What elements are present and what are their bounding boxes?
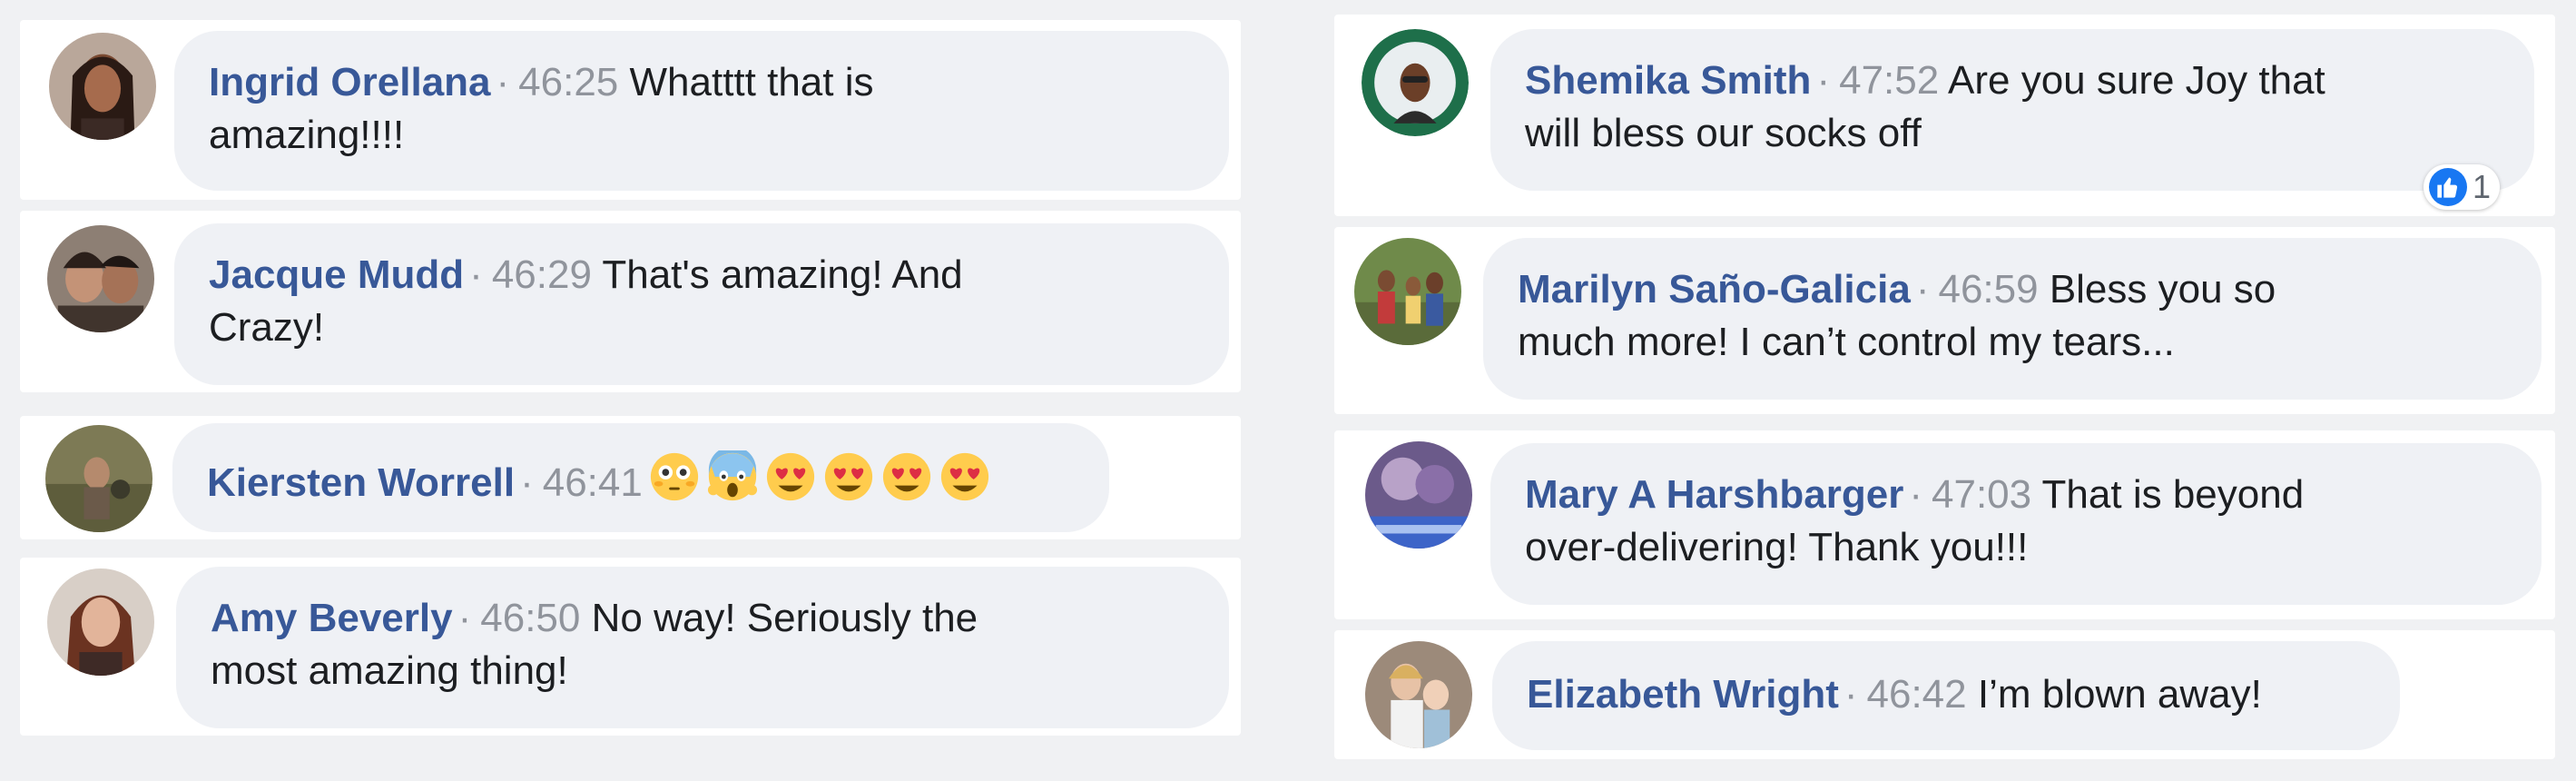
face-screaming-in-fear-icon [706, 450, 759, 503]
separator-dot: · [520, 460, 534, 505]
heart-eyes-icon [764, 450, 817, 503]
comment-bubble: Kiersten Worrell · 46:41 [172, 423, 1109, 532]
separator-dot: · [1816, 58, 1831, 103]
heart-eyes-icon [880, 450, 933, 503]
comment-text: much more! I can’t control my tears... [1518, 320, 2175, 364]
comment-bubble: Shemika Smith · 47:52 Are you sure Joy tha… [1490, 29, 2534, 191]
separator-dot: · [457, 596, 472, 640]
thumbs-up-icon [2429, 168, 2467, 206]
reaction-count-number: 1 [2473, 168, 2492, 205]
comment-card: Jacque Mudd · 46:29 That's amazing! And Cr… [20, 211, 1241, 392]
comment-card: Shemika Smith · 47:52 Are you sure Joy tha… [1334, 15, 2555, 216]
comment-timestamp[interactable]: 46:50 [480, 596, 580, 640]
comment-card: Ingrid Orellana · 46:25 Whatttt that is am… [20, 20, 1241, 200]
commenter-name[interactable]: Kiersten Worrell [207, 460, 515, 505]
comment-timestamp[interactable]: 46:29 [492, 252, 592, 297]
avatar[interactable] [45, 425, 152, 532]
comment-text: No way! Seriously the [591, 596, 978, 640]
comment-card: Amy Beverly · 46:50 No way! Seriously the … [20, 558, 1241, 736]
separator-dot: · [1915, 267, 1930, 311]
comment-bubble: Amy Beverly · 46:50 No way! Seriously the … [176, 567, 1229, 728]
reaction-count[interactable]: 1 [2424, 164, 2501, 210]
comment-text: Bless you so [2049, 267, 2276, 311]
comment-text: will bless our socks off [1525, 111, 1922, 155]
commenter-name[interactable]: Elizabeth Wright [1527, 672, 1839, 717]
comment-bubble: Marilyn Saño-Galicia · 46:59 Bless you so … [1483, 238, 2542, 400]
separator-dot: · [469, 252, 483, 297]
avatar[interactable] [1365, 641, 1472, 748]
comment-card: Mary A Harshbarger · 47:03 That is beyond … [1334, 430, 2555, 619]
commenter-name[interactable]: Shemika Smith [1525, 58, 1811, 103]
comment-bubble: Ingrid Orellana · 46:25 Whatttt that is am… [174, 31, 1229, 191]
comment-text: I’m blown away! [1977, 672, 2262, 717]
heart-eyes-icon [822, 450, 875, 503]
avatar[interactable] [1365, 441, 1472, 549]
comment-text: Whatttt that is [629, 60, 874, 104]
flushed-face-icon [648, 450, 701, 503]
comment-timestamp[interactable]: 46:42 [1867, 672, 1967, 717]
commenter-name[interactable]: Jacque Mudd [209, 252, 464, 297]
comment-text: over-delivering! Thank you!!! [1525, 525, 2029, 569]
comment-text: That is beyond [2041, 472, 2305, 517]
comment-bubble: Elizabeth Wright · 46:42 I’m blown away! [1492, 641, 2400, 750]
comment-text: That's amazing! And [602, 252, 963, 297]
commenter-name[interactable]: Amy Beverly [211, 596, 453, 640]
avatar[interactable] [49, 33, 156, 140]
heart-eyes-icon [939, 450, 991, 503]
comment-bubble: Mary A Harshbarger · 47:03 That is beyond … [1490, 443, 2542, 605]
separator-dot: · [496, 60, 510, 104]
avatar[interactable] [47, 225, 154, 332]
commenter-name[interactable]: Marilyn Saño-Galicia [1518, 267, 1911, 311]
commenter-name[interactable]: Mary A Harshbarger [1525, 472, 1903, 517]
comment-timestamp[interactable]: 46:25 [518, 60, 618, 104]
comment-timestamp[interactable]: 46:41 [543, 460, 643, 505]
avatar[interactable] [47, 568, 154, 676]
comment-text: Are you sure Joy that [1948, 58, 2325, 103]
comment-text: Crazy! [209, 305, 325, 350]
comment-card: Marilyn Saño-Galicia · 46:59 Bless you so … [1334, 227, 2555, 414]
comment-bubble: Jacque Mudd · 46:29 That's amazing! And Cr… [174, 223, 1229, 385]
commenter-name[interactable]: Ingrid Orellana [209, 60, 491, 104]
comment-text: most amazing thing! [211, 648, 568, 693]
comment-timestamp[interactable]: 47:03 [1932, 472, 2031, 517]
avatar[interactable] [1354, 238, 1461, 345]
avatar[interactable] [1362, 29, 1469, 136]
comment-timestamp[interactable]: 47:52 [1839, 58, 1939, 103]
separator-dot: · [1844, 672, 1858, 717]
separator-dot: · [1909, 472, 1922, 517]
comment-card: Kiersten Worrell · 46:41 [20, 416, 1241, 539]
comment-text: amazing!!!! [209, 113, 405, 157]
comment-timestamp[interactable]: 46:59 [1938, 267, 2038, 311]
comment-card: Elizabeth Wright · 46:42 I’m blown away! [1334, 630, 2555, 759]
